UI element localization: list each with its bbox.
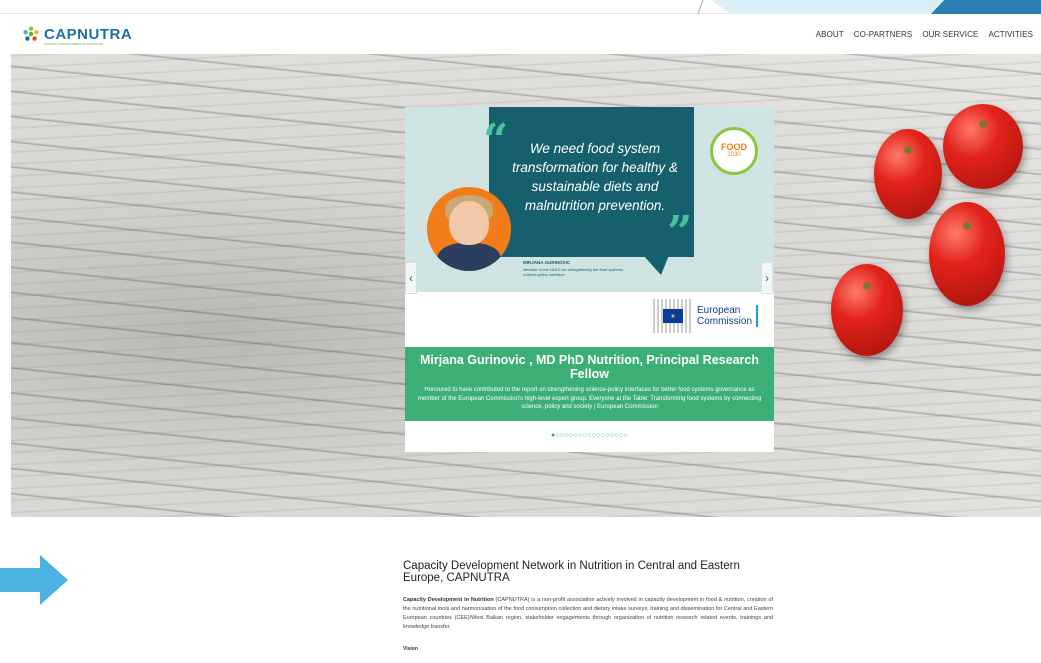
intro-section: Capacity Development Network in Nutritio…	[403, 560, 773, 652]
nav-about[interactable]: ABOUT	[816, 30, 844, 39]
slide-graphic: “ ” We need food system transformation f…	[405, 107, 774, 292]
eu-flag-icon: ★	[653, 299, 693, 333]
food-2030-badge: FOOD 2030	[710, 127, 758, 175]
image-carousel: “ ” We need food system transformation f…	[405, 107, 774, 452]
tomato-image	[874, 129, 942, 219]
tomato-image	[831, 264, 903, 356]
nav-our-service[interactable]: OUR SERVICE	[922, 30, 978, 39]
ec-logo-text: European Commission	[697, 305, 759, 327]
intro-title: Capacity Development Network in Nutritio…	[403, 560, 740, 584]
main-nav: ABOUT CO-PARTNERS OUR SERVICE ACTIVITIES	[816, 30, 1033, 39]
quote-text: We need food system transformation for h…	[512, 141, 678, 213]
caption-text: Honoured to have contributed to the repo…	[417, 387, 762, 410]
speaker-role: Member of the HLEG on strengthening the …	[523, 267, 624, 277]
chevron-right-icon: ›	[765, 271, 769, 285]
carousel-next-button[interactable]: ›	[761, 262, 773, 294]
badge-line1: FOOD	[721, 142, 747, 152]
intro-bold: Capacity Development in Nutrition	[403, 597, 494, 603]
brand-name: CAPNUTRA	[44, 25, 133, 43]
vision-heading: Vision	[403, 646, 418, 652]
quote-bubble-tail	[643, 255, 669, 275]
carousel-dots[interactable]: ●○○○○○○○○○○○○○○○○	[405, 432, 774, 439]
chevron-left-icon: ‹	[409, 271, 413, 285]
decor-band-dark	[931, 0, 1041, 14]
badge-line2: 2030	[727, 152, 741, 158]
site-logo[interactable]: CAPNUTRA CAPACITY DEVELOPMENT IN NUTRITI…	[22, 25, 133, 46]
close-quote-icon: ”	[667, 207, 693, 258]
decor-line	[697, 0, 704, 14]
slide-caption: Mirjana Gurinovic , MD PhD Nutrition, Pr…	[405, 347, 774, 421]
flower-logo-icon	[23, 26, 39, 41]
speaker-portrait	[427, 187, 511, 271]
nav-co-partners[interactable]: CO-PARTNERS	[854, 30, 913, 39]
brand-tagline: CAPACITY DEVELOPMENT IN NUTRITION	[44, 42, 104, 46]
tomato-image	[943, 104, 1023, 189]
site-header: CAPNUTRA CAPACITY DEVELOPMENT IN NUTRITI…	[0, 14, 1041, 54]
top-decor-strip	[0, 0, 1041, 14]
caption-title: Mirjana Gurinovic , MD PhD Nutrition, Pr…	[420, 353, 759, 381]
speaker-name: MIRJANA GURINOVIC	[523, 260, 571, 265]
european-commission-logo: ★ European Commission	[653, 299, 759, 333]
intro-paragraph: Capacity Development in Nutrition (CAPNU…	[403, 596, 773, 632]
right-arrow-icon	[0, 555, 68, 605]
carousel-prev-button[interactable]: ‹	[405, 262, 417, 294]
tomato-image	[929, 202, 1005, 306]
nav-activities[interactable]: ACTIVITIES	[988, 30, 1033, 39]
